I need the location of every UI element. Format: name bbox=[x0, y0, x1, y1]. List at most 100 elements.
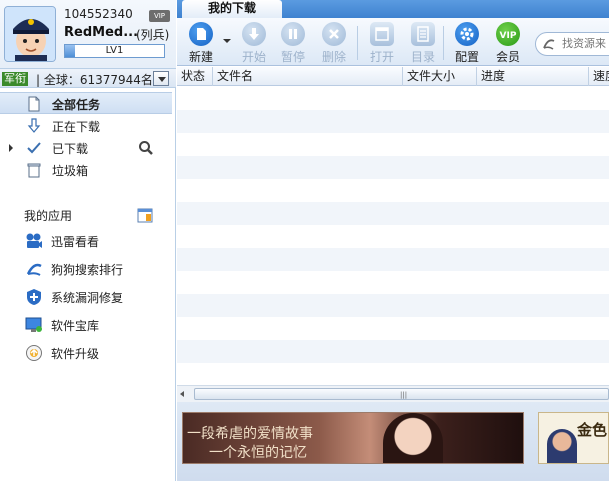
nav-item-downloading[interactable]: 正在下载 bbox=[0, 115, 172, 137]
film-camera-icon bbox=[26, 233, 42, 248]
vip-button[interactable]: VIP 会员 bbox=[490, 21, 526, 65]
table-row bbox=[177, 225, 609, 248]
trash-icon bbox=[27, 163, 41, 178]
app-item-label: 迅雷看看 bbox=[51, 235, 100, 249]
left-panel: 104552340 VIP RedMed... (列兵) LV1 军衔 | 全球… bbox=[0, 0, 176, 481]
app-item-gougou-search[interactable]: 狗狗搜索排行 bbox=[0, 257, 172, 279]
secondary-ad-text: 金色 bbox=[577, 421, 608, 439]
shield-icon bbox=[27, 289, 41, 305]
resource-search-box[interactable] bbox=[535, 32, 609, 56]
column-header-speed[interactable]: 速度 bbox=[589, 67, 609, 86]
document-icon bbox=[28, 96, 40, 112]
table-row bbox=[177, 87, 609, 110]
app-item-software-upgrade[interactable]: 软件升级 bbox=[0, 341, 172, 363]
nav-item-all-tasks[interactable]: 全部任务 bbox=[0, 92, 172, 114]
column-header-status[interactable]: 状态 bbox=[177, 67, 213, 86]
avatar[interactable] bbox=[4, 6, 56, 62]
vip-icon-text: VIP bbox=[500, 31, 517, 41]
upgrade-icon bbox=[26, 345, 42, 361]
ad-portrait-image bbox=[383, 413, 443, 463]
military-rank-tag[interactable]: 军衔 bbox=[2, 72, 28, 86]
table-row bbox=[177, 271, 609, 294]
column-header-filename[interactable]: 文件名 bbox=[213, 67, 403, 86]
vip-label: 会员 bbox=[495, 50, 520, 64]
start-button[interactable]: 开始 bbox=[236, 21, 272, 65]
secondary-ad-banner[interactable]: 金色 bbox=[538, 412, 609, 464]
profile-card: 104552340 VIP RedMed... (列兵) LV1 bbox=[0, 0, 176, 68]
table-row bbox=[177, 363, 609, 383]
search-logo-icon bbox=[543, 39, 555, 50]
new-task-button[interactable]: 新建 bbox=[183, 21, 219, 65]
delete-icon bbox=[322, 22, 346, 46]
movie-ad-banner[interactable]: 一段希虐的爱情故事 一个永恒的记忆 bbox=[182, 412, 524, 464]
user-name[interactable]: RedMed... bbox=[64, 25, 138, 40]
main-panel: 我的下载 新建 开始 暂停 删除 打开 目录 配置 VIP 会员 找资源来 状态… bbox=[177, 0, 609, 481]
download-arrow-icon bbox=[27, 118, 41, 133]
gear-icon bbox=[455, 22, 479, 46]
config-button[interactable]: 配置 bbox=[449, 21, 485, 65]
new-task-dropdown-icon[interactable] bbox=[223, 39, 231, 43]
nav-item-label: 已下载 bbox=[52, 142, 89, 156]
user-id: 104552340 bbox=[64, 7, 133, 21]
folder-button[interactable]: 目录 bbox=[405, 21, 441, 65]
download-table-body[interactable] bbox=[177, 87, 609, 383]
app-item-label: 狗狗搜索排行 bbox=[51, 263, 124, 277]
nav-item-label: 正在下载 bbox=[52, 120, 101, 134]
table-row bbox=[177, 156, 609, 179]
ad-banner-area: 一段希虐的爱情故事 一个永恒的记忆 金色 bbox=[177, 402, 609, 481]
table-row bbox=[177, 248, 609, 271]
scrollbar-thumb[interactable]: ||| bbox=[194, 388, 609, 400]
scrollbar-grip-icon: ||| bbox=[400, 391, 408, 399]
table-row bbox=[177, 110, 609, 133]
folder-list-icon bbox=[411, 22, 435, 46]
table-row bbox=[177, 340, 609, 363]
monitor-icon bbox=[25, 317, 42, 332]
app-item-xunlei-kankan[interactable]: 迅雷看看 bbox=[0, 229, 172, 251]
folder-label: 目录 bbox=[410, 50, 435, 64]
my-apps-header: 我的应用 bbox=[24, 209, 73, 223]
new-icon bbox=[189, 22, 213, 46]
start-icon bbox=[242, 22, 266, 46]
open-button[interactable]: 打开 bbox=[364, 21, 400, 65]
vip-badge[interactable]: VIP bbox=[149, 10, 170, 22]
column-header-filesize[interactable]: 文件大小 bbox=[403, 67, 477, 86]
app-item-vulnerability-fix[interactable]: 系统漏洞修复 bbox=[0, 285, 172, 307]
nav-item-downloaded[interactable]: 已下载 bbox=[0, 137, 172, 159]
level-label: LV1 bbox=[105, 45, 124, 56]
pause-icon bbox=[281, 22, 305, 46]
table-row bbox=[177, 294, 609, 317]
table-row bbox=[177, 317, 609, 340]
scroll-left-arrow-icon[interactable] bbox=[180, 391, 184, 397]
app-item-label: 软件宝库 bbox=[51, 319, 100, 333]
nav-item-trash[interactable]: 垃圾箱 bbox=[0, 159, 172, 181]
tab-bar: 我的下载 bbox=[177, 0, 609, 18]
open-file-icon bbox=[370, 22, 394, 46]
expand-arrow-icon[interactable] bbox=[9, 144, 13, 152]
column-header-progress[interactable]: 进度 bbox=[477, 67, 589, 86]
checkmark-icon bbox=[27, 142, 41, 154]
new-task-label: 新建 bbox=[188, 50, 213, 64]
rank-row: 军衔 | 全球：61377944名 bbox=[0, 68, 176, 88]
ad-person-image bbox=[547, 429, 577, 463]
user-rank: (列兵) bbox=[136, 28, 170, 42]
horizontal-scrollbar[interactable]: ||| bbox=[177, 385, 609, 402]
pause-button[interactable]: 暂停 bbox=[275, 21, 311, 65]
delete-button[interactable]: 删除 bbox=[316, 21, 352, 65]
download-table-header: 状态 文件名 文件大小 进度 速度 bbox=[177, 67, 609, 86]
search-icon[interactable] bbox=[138, 140, 154, 156]
tab-my-downloads[interactable]: 我的下载 bbox=[182, 0, 282, 18]
app-item-software-store[interactable]: 软件宝库 bbox=[0, 313, 172, 335]
nav-item-label: 全部任务 bbox=[52, 98, 101, 112]
rank-dropdown-button[interactable] bbox=[153, 71, 169, 86]
ad-headline: 一段希虐的爱情故事 bbox=[187, 426, 313, 442]
resource-search-input[interactable] bbox=[562, 37, 609, 50]
global-rank-text: | 全球：61377944名 bbox=[36, 73, 153, 87]
app-manager-icon[interactable] bbox=[137, 207, 153, 223]
ad-subline: 一个永恒的记忆 bbox=[209, 445, 307, 461]
search-rank-icon bbox=[26, 263, 42, 276]
vip-icon: VIP bbox=[496, 22, 520, 46]
app-item-label: 软件升级 bbox=[51, 347, 100, 361]
nav-item-label: 垃圾箱 bbox=[52, 164, 89, 178]
table-row bbox=[177, 179, 609, 202]
table-row bbox=[177, 133, 609, 156]
